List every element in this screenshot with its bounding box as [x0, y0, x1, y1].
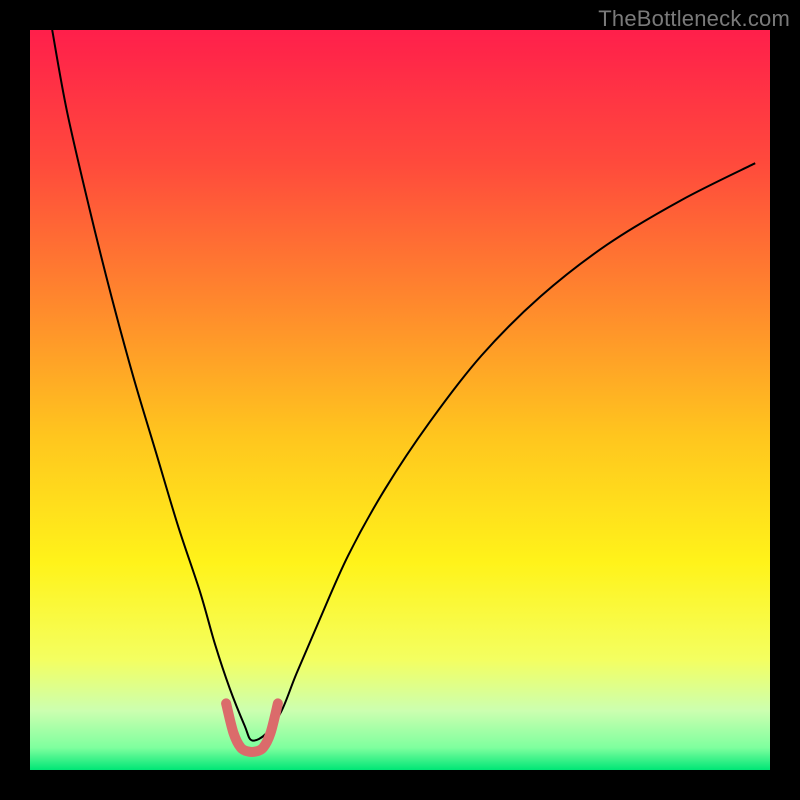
- watermark-text: TheBottleneck.com: [598, 6, 790, 32]
- chart-svg: [30, 30, 770, 770]
- chart-frame: TheBottleneck.com: [0, 0, 800, 800]
- plot-area: [30, 30, 770, 770]
